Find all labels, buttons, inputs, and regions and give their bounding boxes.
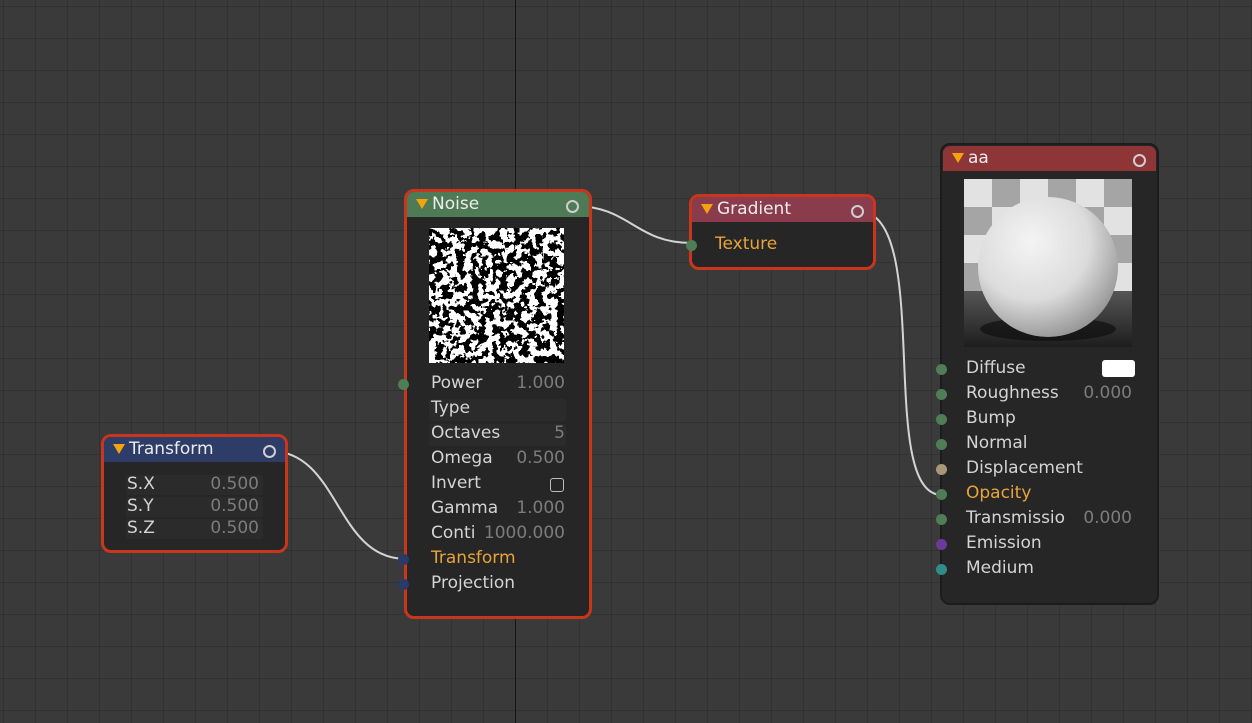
transform-node-header[interactable]: Transform	[104, 437, 285, 462]
param-label: S.Y	[127, 496, 154, 516]
input-transmission[interactable]: Transmissio 0.000	[966, 508, 1132, 532]
invert-checkbox-icon[interactable]	[550, 478, 564, 492]
transform-node-title: Transform	[129, 439, 214, 459]
param-value: 0.500	[210, 496, 259, 516]
material-node-title: aa	[968, 148, 989, 168]
diffuse-color-swatch[interactable]	[1102, 360, 1135, 377]
noise-node-header[interactable]: Noise	[407, 192, 589, 217]
param-sx[interactable]: S.X 0.500	[127, 474, 259, 496]
param-value: 0.000	[1083, 508, 1132, 528]
input-texture: Texture	[715, 234, 855, 258]
param-label: Omega	[431, 448, 493, 468]
param-contrast[interactable]: Conti 1000.000	[431, 523, 565, 547]
displacement-input-socket[interactable]	[936, 464, 947, 475]
texture-input-socket[interactable]	[686, 240, 697, 251]
gradient-node-title: Gradient	[717, 199, 791, 219]
param-value: 0.500	[210, 474, 259, 494]
noise-node[interactable]: Noise Power 1.000 Type Octaves 5 Omega 0…	[398, 189, 592, 619]
power-input-socket[interactable]	[398, 379, 409, 390]
collapse-triangle-icon[interactable]	[952, 153, 964, 163]
param-value: 1.000	[516, 498, 565, 518]
param-label: Power	[431, 373, 483, 393]
transform-node[interactable]: Transform S.X 0.500 S.Y 0.500 S.Z 0.500	[101, 434, 288, 553]
param-label: Transform	[431, 548, 516, 568]
collapse-triangle-icon[interactable]	[416, 199, 428, 209]
medium-input-socket[interactable]	[936, 564, 947, 575]
param-value: 5	[554, 423, 565, 443]
param-sz[interactable]: S.Z 0.500	[127, 518, 259, 540]
noise-output-socket-icon[interactable]	[566, 200, 579, 213]
param-value: 1000.000	[483, 523, 565, 543]
param-label: Roughness	[966, 383, 1059, 403]
param-power[interactable]: Power 1.000	[431, 373, 565, 397]
normal-input-socket[interactable]	[936, 439, 947, 450]
material-output-socket-icon[interactable]	[1133, 154, 1146, 167]
transform-output-socket-icon[interactable]	[263, 445, 276, 458]
wire-transform-to-noise	[269, 450, 407, 560]
param-label: Medium	[966, 558, 1034, 578]
param-label: Octaves	[431, 423, 501, 443]
param-label: Opacity	[966, 483, 1032, 503]
collapse-triangle-icon[interactable]	[113, 444, 125, 454]
param-label: Type	[431, 398, 471, 418]
input-medium: Medium	[966, 558, 1132, 582]
param-octaves[interactable]: Octaves 5	[431, 423, 565, 447]
emission-input-socket[interactable]	[936, 539, 947, 550]
material-node[interactable]: aa Diffuse Roughness 0.000 Bump Normal D…	[936, 143, 1159, 605]
param-label: Texture	[715, 234, 778, 254]
transform-input-socket[interactable]	[398, 554, 409, 565]
input-displacement: Displacement	[966, 458, 1132, 482]
gradient-node-header[interactable]: Gradient	[692, 197, 873, 222]
opacity-input-socket[interactable]	[936, 489, 947, 500]
param-invert[interactable]: Invert	[431, 473, 565, 497]
collapse-triangle-icon[interactable]	[701, 204, 713, 214]
param-label: Transmissio	[966, 508, 1066, 528]
material-preview-image	[964, 179, 1132, 347]
input-roughness[interactable]: Roughness 0.000	[966, 383, 1132, 407]
roughness-input-socket[interactable]	[936, 389, 947, 400]
param-value: 0.500	[210, 518, 259, 538]
param-label: Diffuse	[966, 358, 1026, 378]
projection-input-socket[interactable]	[398, 579, 409, 590]
material-node-header[interactable]: aa	[943, 146, 1156, 171]
input-opacity: Opacity	[966, 483, 1132, 507]
param-sy[interactable]: S.Y 0.500	[127, 496, 259, 518]
param-type[interactable]: Type	[431, 398, 565, 422]
noise-preview-pattern	[429, 228, 564, 363]
bump-input-socket[interactable]	[936, 414, 947, 425]
material-preview-sphere	[964, 179, 1132, 347]
param-label: Displacement	[966, 458, 1083, 478]
noise-node-title: Noise	[432, 194, 480, 214]
param-gamma[interactable]: Gamma 1.000	[431, 498, 565, 522]
param-label: Projection	[431, 573, 516, 593]
input-projection: Projection	[431, 573, 565, 597]
transmission-input-socket[interactable]	[936, 514, 947, 525]
input-bump: Bump	[966, 408, 1132, 432]
param-value: 0.500	[516, 448, 565, 468]
input-transform: Transform	[431, 548, 565, 572]
param-value: 1.000	[516, 373, 565, 393]
param-label: Normal	[966, 433, 1028, 453]
input-diffuse[interactable]: Diffuse	[966, 358, 1136, 382]
param-label: Bump	[966, 408, 1016, 428]
noise-preview-image	[429, 228, 564, 363]
param-label: Gamma	[431, 498, 499, 518]
param-label: Conti	[431, 523, 476, 543]
gradient-node[interactable]: Gradient Texture	[686, 194, 876, 270]
param-label: Invert	[431, 473, 481, 493]
param-value: 0.000	[1083, 383, 1132, 403]
param-omega[interactable]: Omega 0.500	[431, 448, 565, 472]
diffuse-input-socket[interactable]	[936, 364, 947, 375]
param-label: Emission	[966, 533, 1042, 553]
gradient-output-socket-icon[interactable]	[851, 205, 864, 218]
input-emission: Emission	[966, 533, 1132, 557]
input-normal: Normal	[966, 433, 1132, 457]
param-label: S.Z	[127, 518, 155, 538]
param-label: S.X	[127, 474, 155, 494]
